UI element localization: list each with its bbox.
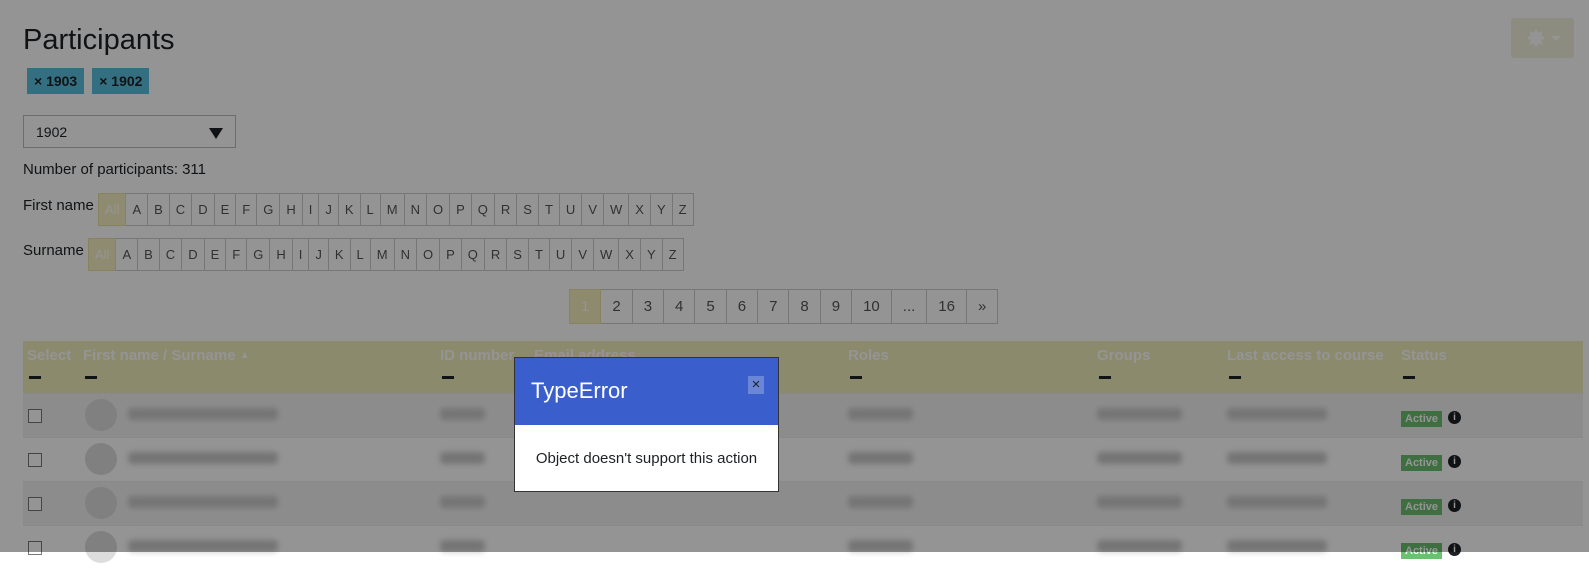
error-dialog: TypeError × Object doesn't support this … — [514, 357, 779, 492]
dialog-title: TypeError — [531, 378, 628, 403]
dialog-header: TypeError × — [515, 358, 778, 425]
dialog-message: Object doesn't support this action — [535, 449, 758, 467]
modal-backdrop[interactable] — [0, 0, 1589, 552]
close-icon[interactable]: × — [748, 376, 764, 394]
